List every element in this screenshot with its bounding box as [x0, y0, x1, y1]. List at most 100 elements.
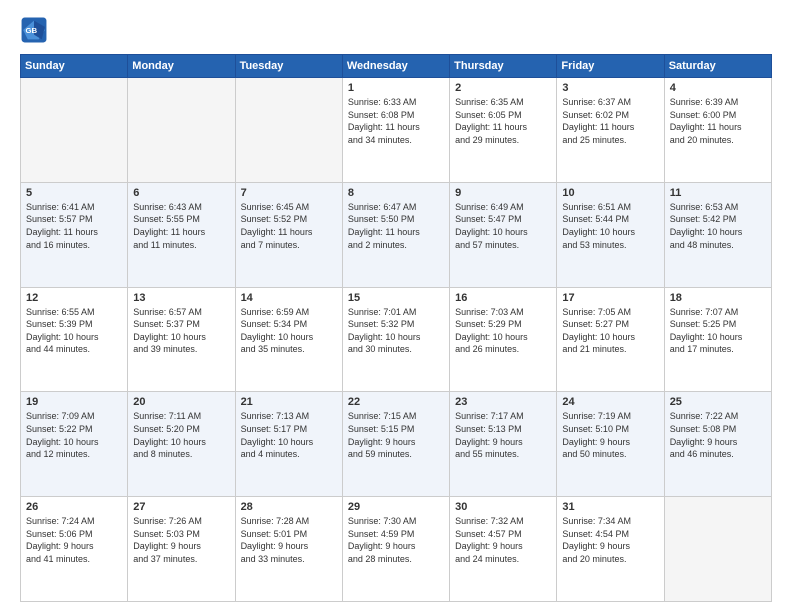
day-info: Sunrise: 7:26 AM Sunset: 5:03 PM Dayligh…	[133, 515, 229, 565]
calendar-cell: 16Sunrise: 7:03 AM Sunset: 5:29 PM Dayli…	[450, 287, 557, 392]
calendar-week-row: 1 Sunrise: 6:33 AM Sunset: 6:08 PM Daylig…	[21, 78, 772, 183]
calendar-cell: 4 Sunrise: 6:39 AM Sunset: 6:00 PM Daylig…	[664, 78, 771, 183]
day-number: 11	[670, 187, 766, 199]
calendar-cell: 28 Sunrise: 7:28 AM Sunset: 5:01 PM Dayli…	[235, 497, 342, 602]
day-info: Sunrise: 6:33 AM Sunset: 6:08 PM Dayligh…	[348, 96, 444, 146]
day-number: 23	[455, 396, 551, 408]
day-number: 24	[562, 396, 658, 408]
day-number: 19	[26, 396, 122, 408]
day-number: 29	[348, 501, 444, 513]
day-info: Sunrise: 7:07 AM Sunset: 5:25 PM Dayligh…	[670, 306, 766, 356]
calendar-table: SundayMondayTuesdayWednesdayThursdayFrid…	[20, 54, 772, 602]
col-header-saturday: Saturday	[664, 55, 771, 78]
day-number: 16	[455, 292, 551, 304]
day-info: Sunrise: 7:09 AM Sunset: 5:22 PM Dayligh…	[26, 410, 122, 460]
day-info: Sunrise: 7:15 AM Sunset: 5:15 PM Dayligh…	[348, 410, 444, 460]
svg-text:GB: GB	[25, 26, 37, 35]
calendar-week-row: 5 Sunrise: 6:41 AM Sunset: 5:57 PM Daylig…	[21, 182, 772, 287]
day-info: Sunrise: 6:45 AM Sunset: 5:52 PM Dayligh…	[241, 201, 337, 251]
day-info: Sunrise: 7:24 AM Sunset: 5:06 PM Dayligh…	[26, 515, 122, 565]
day-number: 3	[562, 82, 658, 94]
calendar-cell: 24Sunrise: 7:19 AM Sunset: 5:10 PM Dayli…	[557, 392, 664, 497]
day-info: Sunrise: 6:47 AM Sunset: 5:50 PM Dayligh…	[348, 201, 444, 251]
calendar-cell: 23 Sunrise: 7:17 AM Sunset: 5:13 PM Dayli…	[450, 392, 557, 497]
calendar-cell: 9 Sunrise: 6:49 AM Sunset: 5:47 PM Daylig…	[450, 182, 557, 287]
day-number: 28	[241, 501, 337, 513]
calendar-cell: 5 Sunrise: 6:41 AM Sunset: 5:57 PM Daylig…	[21, 182, 128, 287]
day-number: 7	[241, 187, 337, 199]
day-number: 14	[241, 292, 337, 304]
day-number: 12	[26, 292, 122, 304]
col-header-friday: Friday	[557, 55, 664, 78]
day-info: Sunrise: 7:30 AM Sunset: 4:59 PM Dayligh…	[348, 515, 444, 565]
day-info: Sunrise: 7:22 AM Sunset: 5:08 PM Dayligh…	[670, 410, 766, 460]
col-header-monday: Monday	[128, 55, 235, 78]
day-info: Sunrise: 7:11 AM Sunset: 5:20 PM Dayligh…	[133, 410, 229, 460]
day-info: Sunrise: 7:05 AM Sunset: 5:27 PM Dayligh…	[562, 306, 658, 356]
col-header-wednesday: Wednesday	[342, 55, 449, 78]
day-number: 21	[241, 396, 337, 408]
calendar-week-row: 26 Sunrise: 7:24 AM Sunset: 5:06 PM Dayli…	[21, 497, 772, 602]
calendar-cell: 13Sunrise: 6:57 AM Sunset: 5:37 PM Dayli…	[128, 287, 235, 392]
calendar-cell: 26 Sunrise: 7:24 AM Sunset: 5:06 PM Dayli…	[21, 497, 128, 602]
day-number: 8	[348, 187, 444, 199]
day-info: Sunrise: 7:32 AM Sunset: 4:57 PM Dayligh…	[455, 515, 551, 565]
day-number: 18	[670, 292, 766, 304]
calendar-cell	[128, 78, 235, 183]
calendar-cell: 27 Sunrise: 7:26 AM Sunset: 5:03 PM Dayli…	[128, 497, 235, 602]
day-number: 4	[670, 82, 766, 94]
day-info: Sunrise: 7:28 AM Sunset: 5:01 PM Dayligh…	[241, 515, 337, 565]
calendar-cell: 3 Sunrise: 6:37 AM Sunset: 6:02 PM Daylig…	[557, 78, 664, 183]
day-info: Sunrise: 6:43 AM Sunset: 5:55 PM Dayligh…	[133, 201, 229, 251]
calendar-cell: 14 Sunrise: 6:59 AM Sunset: 5:34 PM Dayli…	[235, 287, 342, 392]
calendar-cell: 30 Sunrise: 7:32 AM Sunset: 4:57 PM Dayli…	[450, 497, 557, 602]
calendar-cell: 11 Sunrise: 6:53 AM Sunset: 5:42 PM Dayli…	[664, 182, 771, 287]
calendar-cell: 12 Sunrise: 6:55 AM Sunset: 5:39 PM Dayli…	[21, 287, 128, 392]
day-info: Sunrise: 6:37 AM Sunset: 6:02 PM Dayligh…	[562, 96, 658, 146]
day-number: 10	[562, 187, 658, 199]
page: GB SundayMondayTuesdayWednesdayThursdayF…	[0, 0, 792, 612]
day-number: 27	[133, 501, 229, 513]
day-number: 25	[670, 396, 766, 408]
calendar-header-row: SundayMondayTuesdayWednesdayThursdayFrid…	[21, 55, 772, 78]
calendar-cell: 29 Sunrise: 7:30 AM Sunset: 4:59 PM Dayli…	[342, 497, 449, 602]
calendar-cell: 31 Sunrise: 7:34 AM Sunset: 4:54 PM Dayli…	[557, 497, 664, 602]
calendar-week-row: 12 Sunrise: 6:55 AM Sunset: 5:39 PM Dayli…	[21, 287, 772, 392]
day-info: Sunrise: 6:49 AM Sunset: 5:47 PM Dayligh…	[455, 201, 551, 251]
day-number: 1	[348, 82, 444, 94]
calendar-cell	[664, 497, 771, 602]
calendar-cell	[235, 78, 342, 183]
calendar-cell: 22Sunrise: 7:15 AM Sunset: 5:15 PM Dayli…	[342, 392, 449, 497]
calendar-cell: 2Sunrise: 6:35 AM Sunset: 6:05 PM Daylig…	[450, 78, 557, 183]
day-number: 26	[26, 501, 122, 513]
col-header-tuesday: Tuesday	[235, 55, 342, 78]
calendar-week-row: 19 Sunrise: 7:09 AM Sunset: 5:22 PM Dayli…	[21, 392, 772, 497]
day-info: Sunrise: 6:59 AM Sunset: 5:34 PM Dayligh…	[241, 306, 337, 356]
day-info: Sunrise: 6:53 AM Sunset: 5:42 PM Dayligh…	[670, 201, 766, 251]
day-info: Sunrise: 7:01 AM Sunset: 5:32 PM Dayligh…	[348, 306, 444, 356]
day-number: 31	[562, 501, 658, 513]
day-number: 5	[26, 187, 122, 199]
day-number: 30	[455, 501, 551, 513]
logo-icon: GB	[20, 16, 48, 44]
logo: GB	[20, 16, 52, 44]
calendar-cell: 1 Sunrise: 6:33 AM Sunset: 6:08 PM Daylig…	[342, 78, 449, 183]
day-info: Sunrise: 6:41 AM Sunset: 5:57 PM Dayligh…	[26, 201, 122, 251]
calendar-cell: 6Sunrise: 6:43 AM Sunset: 5:55 PM Daylig…	[128, 182, 235, 287]
day-number: 9	[455, 187, 551, 199]
calendar-cell: 8 Sunrise: 6:47 AM Sunset: 5:50 PM Daylig…	[342, 182, 449, 287]
day-number: 17	[562, 292, 658, 304]
day-info: Sunrise: 7:34 AM Sunset: 4:54 PM Dayligh…	[562, 515, 658, 565]
calendar-cell: 25 Sunrise: 7:22 AM Sunset: 5:08 PM Dayli…	[664, 392, 771, 497]
calendar-cell: 21 Sunrise: 7:13 AM Sunset: 5:17 PM Dayli…	[235, 392, 342, 497]
calendar-cell: 17 Sunrise: 7:05 AM Sunset: 5:27 PM Dayli…	[557, 287, 664, 392]
calendar-cell: 18 Sunrise: 7:07 AM Sunset: 5:25 PM Dayli…	[664, 287, 771, 392]
day-info: Sunrise: 7:13 AM Sunset: 5:17 PM Dayligh…	[241, 410, 337, 460]
calendar-cell	[21, 78, 128, 183]
day-info: Sunrise: 6:55 AM Sunset: 5:39 PM Dayligh…	[26, 306, 122, 356]
day-info: Sunrise: 7:17 AM Sunset: 5:13 PM Dayligh…	[455, 410, 551, 460]
day-info: Sunrise: 6:35 AM Sunset: 6:05 PM Dayligh…	[455, 96, 551, 146]
calendar-cell: 7 Sunrise: 6:45 AM Sunset: 5:52 PM Daylig…	[235, 182, 342, 287]
col-header-thursday: Thursday	[450, 55, 557, 78]
day-info: Sunrise: 6:39 AM Sunset: 6:00 PM Dayligh…	[670, 96, 766, 146]
